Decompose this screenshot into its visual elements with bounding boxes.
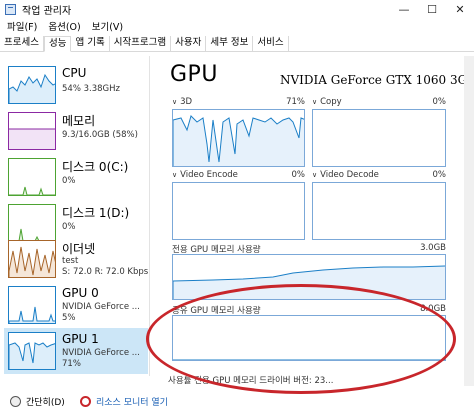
tab-bar: 프로세스 성능 앱 기록 시작프로그램 사용자 세부 정보 서비스 [0,36,474,52]
chevron-down-icon: ∨ [312,98,318,106]
sidebar-item-ethernet[interactable]: 이더넷 test S: 72.0 R: 72.0 Kbps [4,236,148,282]
resource-monitor-link[interactable]: 리소스 모니터 열기 [80,395,168,408]
sidebar-item-label: 메모리 [62,114,96,128]
sidebar-item-detail: 5% [62,313,76,323]
chevron-up-icon [10,396,21,407]
sidebar-item-detail: test [62,256,79,266]
sidebar-item-gpu-0[interactable]: GPU 0 NVIDIA GeForce ... 5% [4,282,148,328]
engine-3d-selector[interactable]: ∨ 3D [172,97,192,107]
task-manager-window: 작업 관리자 — ☐ ✕ 파일(F) 옵션(O) 보기(V) 프로세스 성능 앱… [0,0,474,418]
engine-video-decode-selector[interactable]: ∨ Video Decode [312,170,379,180]
engine-copy-percent: 0% [432,97,447,107]
sidebar-item-detail: 0% [62,176,76,186]
tab-services[interactable]: 서비스 [253,36,289,51]
chevron-down-icon: ∨ [172,171,178,179]
resource-monitor-label: 리소스 모니터 열기 [96,398,168,408]
bottom-bar: 간단히(D) 리소스 모니터 열기 [0,386,474,418]
sidebar-item-label: CPU [62,66,87,80]
resource-monitor-icon [80,396,91,407]
engine-video-encode-percent: 0% [291,170,306,180]
sidebar-item-detail: NVIDIA GeForce ... [62,302,140,312]
shared-memory-max: 8.0GB [420,304,446,314]
engine-copy-selector[interactable]: ∨ Copy [312,97,342,107]
performance-sidebar: CPU 54% 3.38GHz 메모리 9.3/16.0GB (58%) 디스크… [0,56,150,376]
sidebar-item-label: 디스크 1(D:) [62,206,130,220]
task-manager-icon [5,3,16,15]
menu-file[interactable]: 파일(F) [7,19,37,33]
close-button[interactable]: ✕ [446,0,474,18]
engine-video-encode-graph [172,182,305,240]
menu-view[interactable]: 보기(V) [92,19,123,33]
sidebar-item-memory[interactable]: 메모리 9.3/16.0GB (58%) [4,108,148,154]
gpu-stats-row: 사용률 전용 GPU 메모리 드라이버 버전: 23... [168,376,334,386]
page-title: GPU [170,62,218,87]
sidebar-item-label: GPU 1 [62,332,99,346]
tab-details[interactable]: 세부 정보 [206,36,254,51]
memory-thumbnail-graph [8,112,56,150]
gpu0-thumbnail-graph [8,286,56,324]
gpu-model-name: NVIDIA GeForce GTX 1060 3GB [280,73,474,87]
fewer-details-label: 간단히(D) [26,398,65,408]
cpu-thumbnail-graph [8,66,56,104]
tab-users[interactable]: 사용자 [171,36,207,51]
sidebar-item-detail: S: 72.0 R: 72.0 Kbps [62,267,149,277]
sidebar-item-cpu[interactable]: CPU 54% 3.38GHz [4,62,148,108]
maximize-button[interactable]: ☐ [418,0,446,18]
tab-processes[interactable]: 프로세스 [0,36,44,51]
sidebar-item-detail: NVIDIA GeForce ... [62,348,140,358]
chevron-down-icon: ∨ [172,98,178,106]
dedicated-memory-graph [172,254,446,300]
disk0-thumbnail-graph [8,158,56,196]
chevron-down-icon: ∨ [312,171,318,179]
sidebar-item-label: 이더넷 [62,242,96,256]
menu-options[interactable]: 옵션(O) [48,19,80,33]
shared-memory-graph [172,315,446,361]
engine-video-decode-percent: 0% [432,170,447,180]
ethernet-thumbnail-graph [8,240,56,278]
sidebar-item-detail: 71% [62,359,81,369]
tab-startup[interactable]: 시작프로그램 [110,36,172,51]
gpu-detail-panel: GPU NVIDIA GeForce GTX 1060 3GB ∨ 3D 71% … [160,56,474,386]
title-bar: 작업 관리자 — ☐ ✕ [0,0,474,18]
engine-label: 3D [180,97,193,107]
engine-video-decode-graph [312,182,446,240]
sidebar-item-disk-0[interactable]: 디스크 0(C:) 0% [4,154,148,200]
sidebar-item-label: 디스크 0(C:) [62,160,129,174]
menu-bar: 파일(F) 옵션(O) 보기(V) [0,18,474,34]
engine-3d-percent: 71% [286,97,305,107]
dedicated-memory-max: 3.0GB [420,243,446,253]
sidebar-item-detail: 0% [62,222,76,232]
engine-copy-graph [312,109,446,167]
minimize-button[interactable]: — [390,0,418,18]
engine-label: Copy [320,97,342,107]
engine-label: Video Encode [180,170,238,180]
engine-video-encode-selector[interactable]: ∨ Video Encode [172,170,238,180]
engine-3d-graph [172,109,305,167]
sidebar-item-detail: 9.3/16.0GB (58%) [62,130,138,140]
tab-app-history[interactable]: 앱 기록 [71,36,110,51]
engine-label: Video Decode [320,170,379,180]
sidebar-item-label: GPU 0 [62,286,99,300]
vertical-scrollbar[interactable] [464,56,474,386]
fewer-details-button[interactable]: 간단히(D) [10,395,65,408]
sidebar-item-detail: 54% 3.38GHz [62,84,120,94]
tab-performance[interactable]: 성능 [43,36,72,52]
window-controls: — ☐ ✕ [390,0,474,18]
window-title: 작업 관리자 [22,5,72,17]
sidebar-item-gpu-1[interactable]: GPU 1 NVIDIA GeForce ... 71% [4,328,148,374]
gpu1-thumbnail-graph [8,332,56,370]
